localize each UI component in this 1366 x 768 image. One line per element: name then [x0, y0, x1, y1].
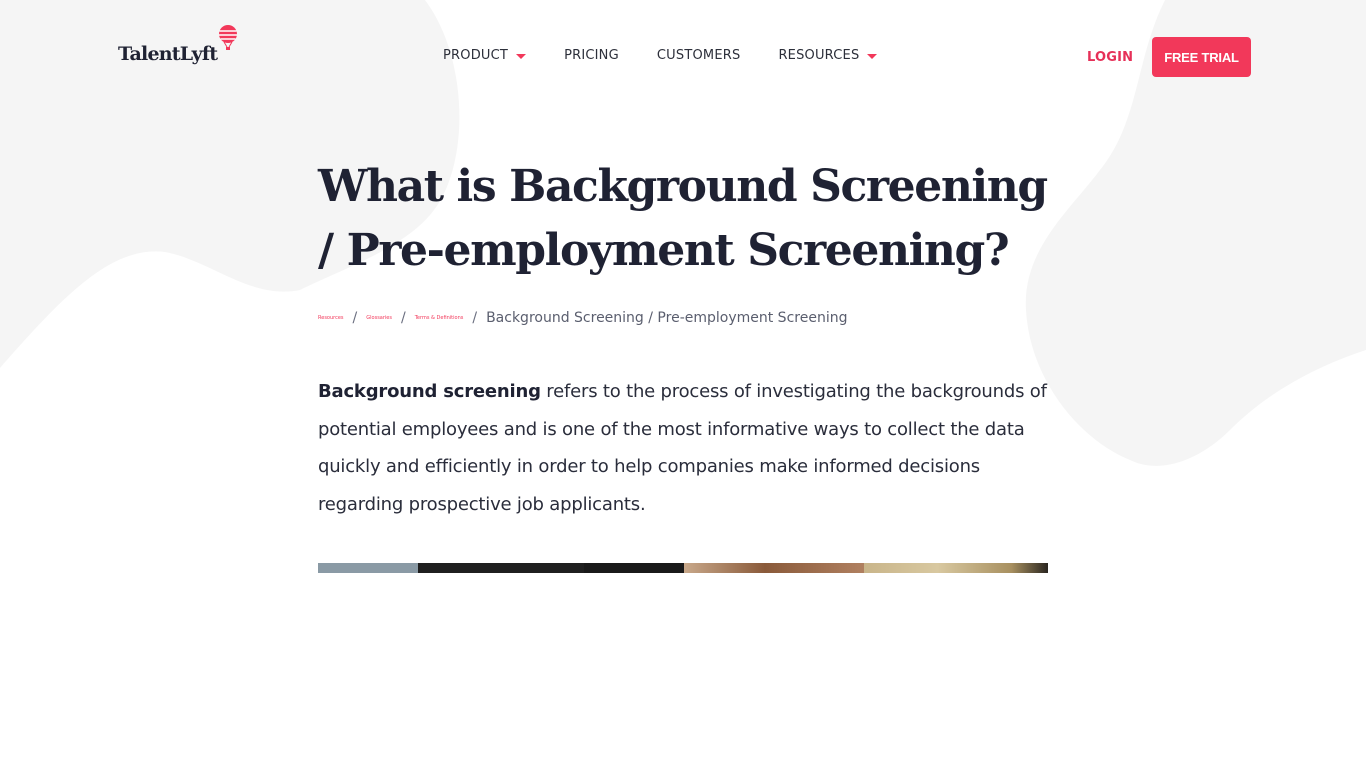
logo-wordmark: TalentLyft: [118, 43, 218, 65]
intro-bold-term: Background screening: [318, 381, 541, 402]
breadcrumb-separator: /: [472, 310, 478, 326]
breadcrumb-link-glossaries[interactable]: Glossaries: [366, 315, 392, 321]
nav-item-pricing[interactable]: PRICING: [564, 48, 619, 63]
hero-image-segment: [864, 563, 1048, 573]
balloon-icon: [219, 25, 237, 50]
talentlyft-logo[interactable]: TalentLyft: [118, 25, 248, 70]
intro-paragraph: Background screening refers to the proce…: [318, 373, 1048, 523]
nav-item-product[interactable]: PRODUCT: [443, 48, 527, 63]
breadcrumb-separator: /: [352, 310, 358, 326]
nav-item-label: PRICING: [564, 48, 619, 63]
nav-item-label: PRODUCT: [443, 48, 509, 63]
hero-image-segment: [584, 563, 684, 573]
free-trial-button[interactable]: FREE TRIAL: [1152, 37, 1251, 77]
breadcrumb: Resources / Glossaries / Terms & Definit…: [318, 310, 847, 326]
hero-image-segment: [318, 563, 418, 573]
hero-image-segment: [684, 563, 864, 573]
site-header: TalentLyft PRODUCT PRICING CUSTOMERS RES…: [0, 0, 1366, 115]
breadcrumb-link-terms-definitions[interactable]: Terms & Definitions: [415, 315, 464, 321]
login-link[interactable]: LOGIN: [1087, 50, 1133, 65]
article: What is Background Screening / Pre-emplo…: [318, 155, 1048, 573]
nav-item-resources[interactable]: RESOURCES: [778, 48, 878, 63]
breadcrumb-link-resources[interactable]: Resources: [318, 315, 344, 321]
nav-item-label: RESOURCES: [778, 48, 860, 63]
chevron-down-icon: [516, 53, 527, 59]
hero-image: [318, 563, 1048, 573]
chevron-down-icon: [867, 53, 878, 59]
page-title: What is Background Screening / Pre-emplo…: [318, 161, 1048, 276]
nav-item-customers[interactable]: CUSTOMERS: [657, 48, 741, 63]
breadcrumb-current: Background Screening / Pre-employment Sc…: [486, 310, 848, 326]
breadcrumb-separator: /: [401, 310, 406, 326]
nav-item-label: CUSTOMERS: [656, 48, 741, 63]
hero-image-segment: [418, 563, 584, 573]
main-nav: PRODUCT PRICING CUSTOMERS RESOURCES: [443, 48, 915, 63]
